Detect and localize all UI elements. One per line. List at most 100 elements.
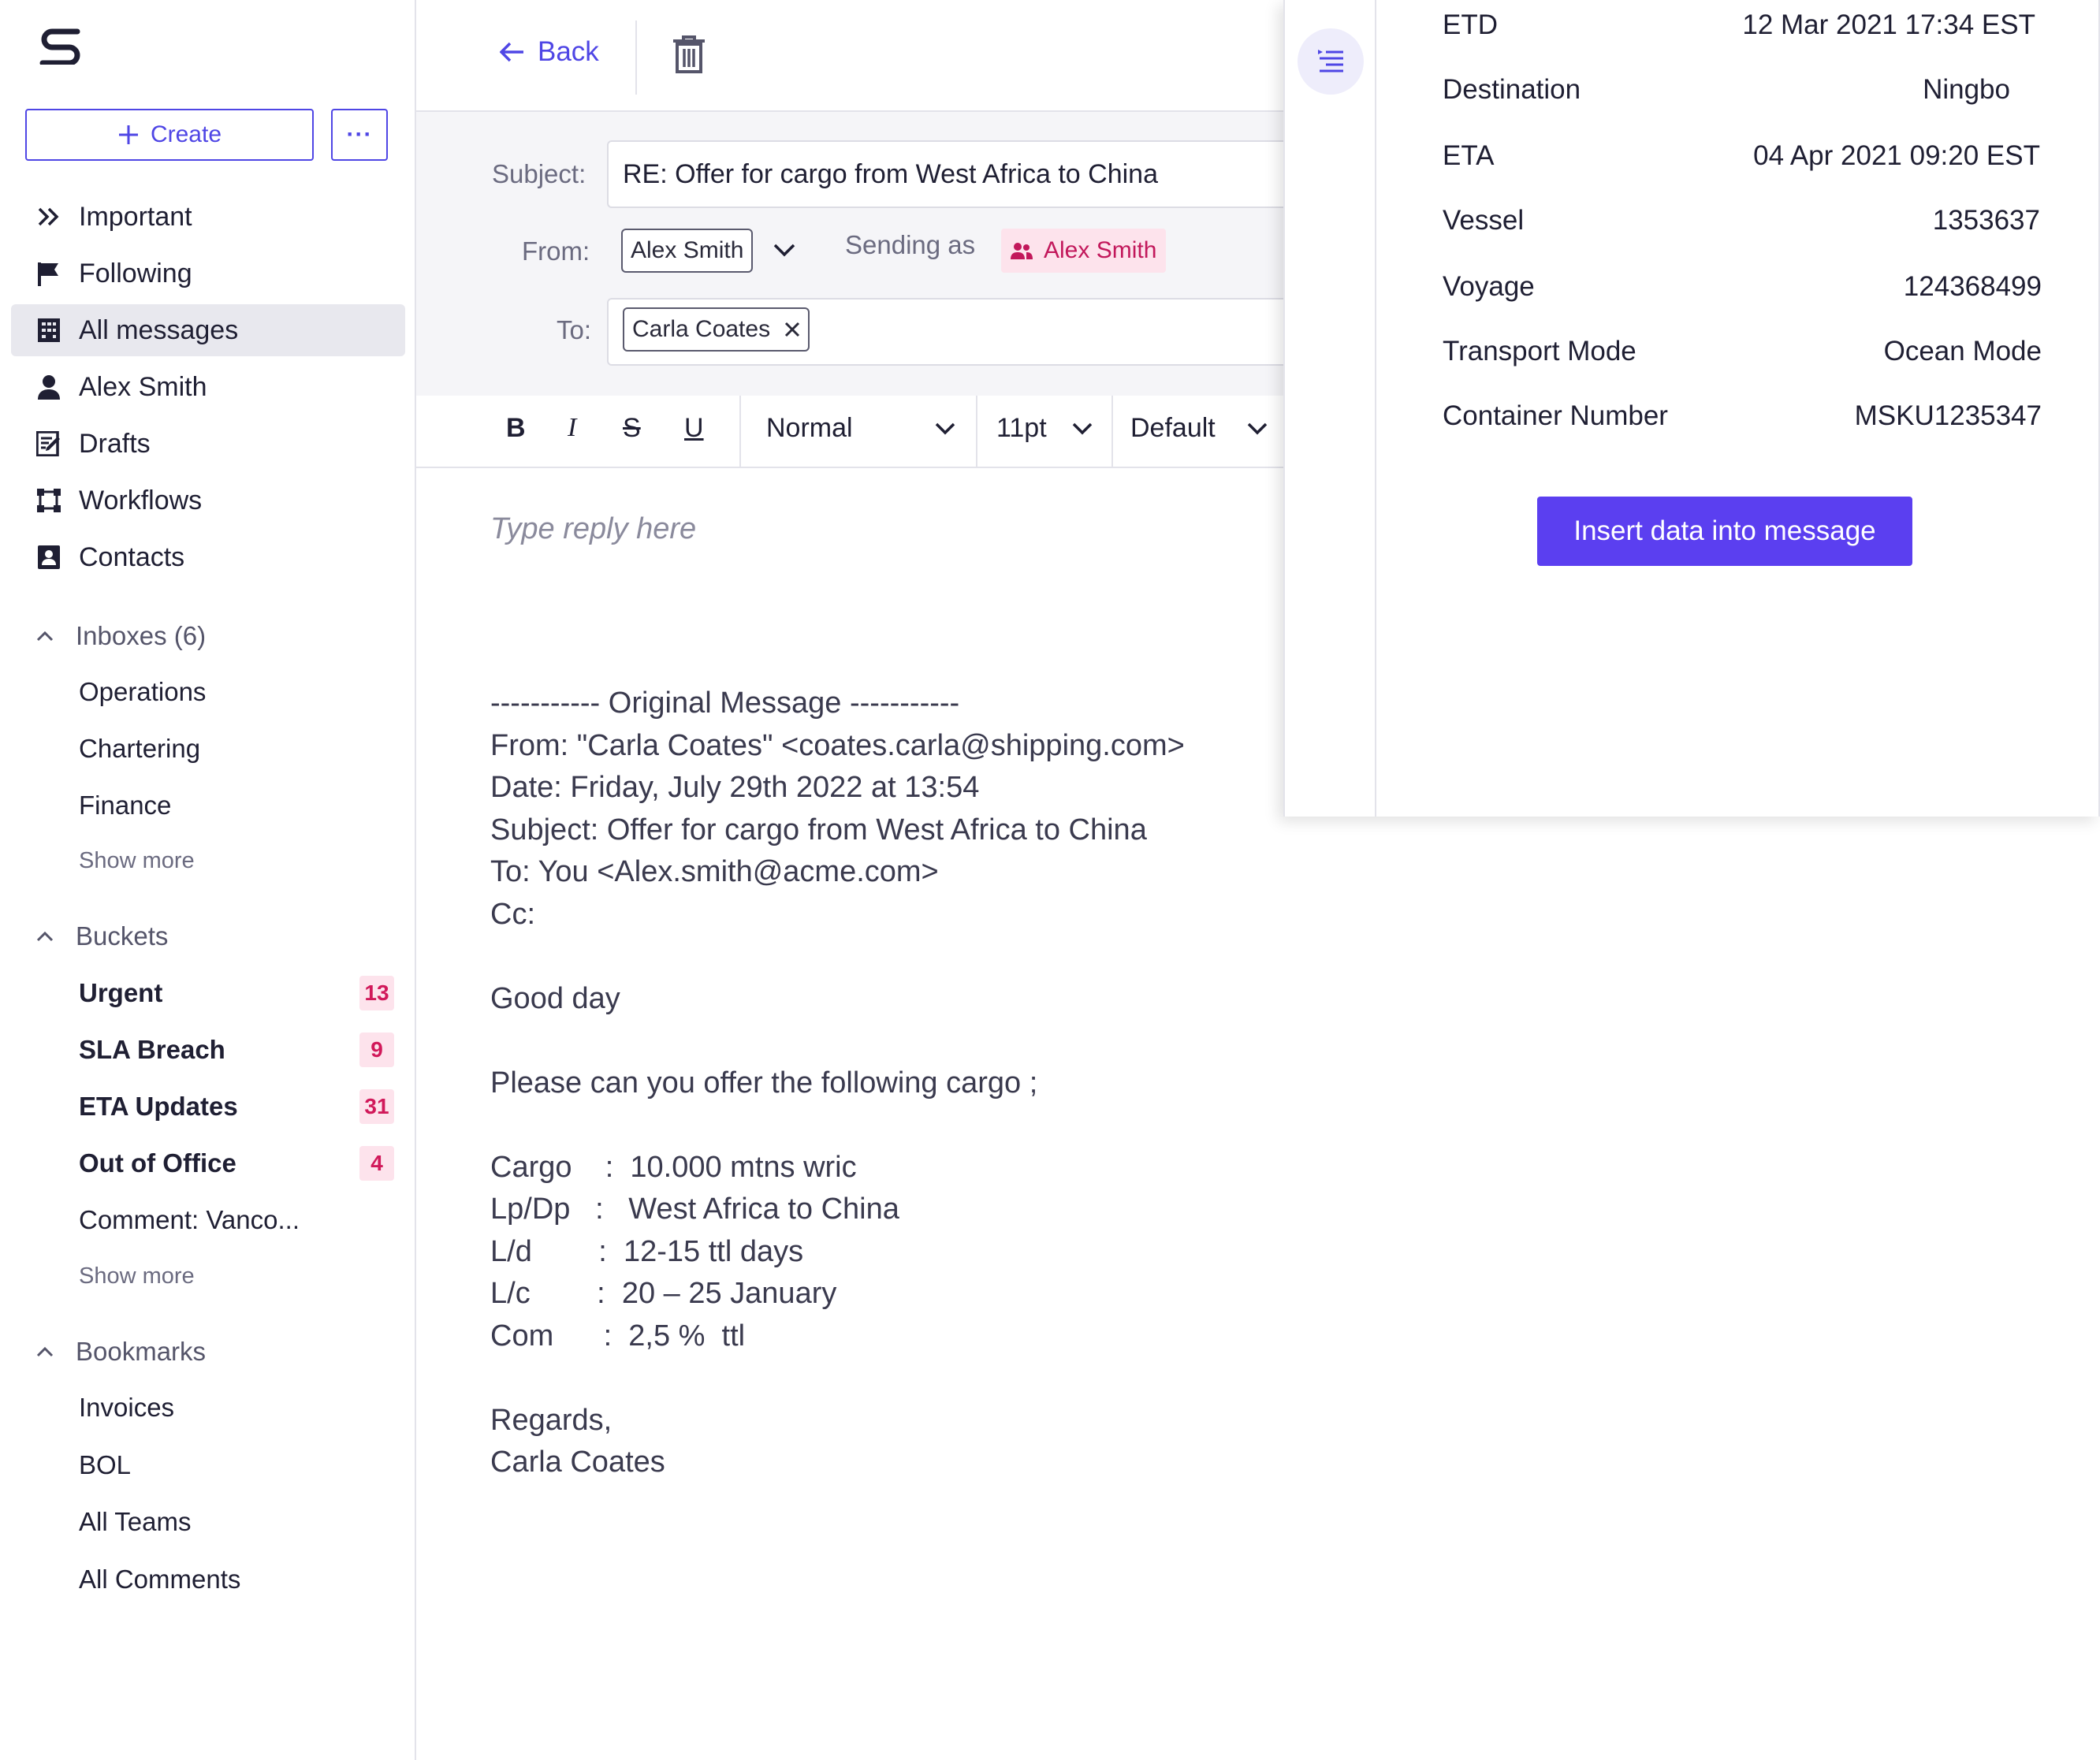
reply-editor[interactable]: Type reply here bbox=[490, 512, 1279, 546]
bookmark-item[interactable]: BOL bbox=[79, 1443, 394, 1487]
close-icon[interactable] bbox=[784, 322, 800, 337]
sending-as-value: Alex Smith bbox=[1044, 237, 1157, 263]
to-recipient-chip[interactable]: Carla Coates bbox=[623, 307, 810, 352]
insert-data-button[interactable]: Insert data into message bbox=[1537, 497, 1912, 566]
data-row-label: Container Number bbox=[1443, 400, 1668, 431]
bookmark-item[interactable]: All Comments bbox=[79, 1557, 394, 1602]
inbox-item-label: Chartering bbox=[79, 734, 201, 763]
bookmark-item-label: All Comments bbox=[79, 1565, 241, 1594]
nav-item-important[interactable]: Important bbox=[11, 191, 405, 243]
bucket-item-label: ETA Updates bbox=[79, 1092, 238, 1121]
data-row-value: 12 Mar 2021 17:34 EST bbox=[1742, 9, 2035, 40]
nav-item-contacts[interactable]: Contacts bbox=[11, 531, 405, 583]
bucket-count-badge: 13 bbox=[359, 976, 394, 1010]
bucket-count-badge: 9 bbox=[359, 1033, 394, 1067]
underline-button[interactable]: U bbox=[684, 413, 704, 444]
from-dropdown-chevron-down-icon[interactable] bbox=[773, 243, 796, 259]
more-options-label: ··· bbox=[346, 121, 373, 147]
from-chip[interactable]: Alex Smith bbox=[621, 229, 754, 273]
bookmark-item[interactable]: Invoices bbox=[79, 1386, 394, 1430]
paragraph-style-select[interactable]: Normal bbox=[766, 413, 955, 444]
bucket-item-urgent[interactable]: Urgent bbox=[79, 971, 394, 1015]
create-button[interactable]: Create bbox=[25, 109, 314, 161]
data-row-label: Destination bbox=[1443, 74, 1581, 105]
to-value: Carla Coates bbox=[632, 316, 771, 342]
chevron-down-icon bbox=[1247, 422, 1268, 434]
section-title: Bookmarks bbox=[76, 1337, 207, 1366]
bucket-item-sla-breach[interactable]: SLA Breach bbox=[79, 1028, 394, 1072]
panel-rail bbox=[1283, 0, 1376, 817]
data-list-icon[interactable] bbox=[1298, 28, 1364, 95]
sending-as-chip[interactable]: Alex Smith bbox=[1001, 229, 1167, 273]
buckets-show-more-link[interactable]: Show more bbox=[79, 1263, 195, 1289]
nav-item-label: All messages bbox=[79, 314, 239, 345]
back-button[interactable]: Back bbox=[500, 36, 599, 68]
nav-item-label: Contacts bbox=[79, 541, 185, 572]
bookmark-item-label: All Teams bbox=[79, 1507, 192, 1536]
nav-item-following[interactable]: Following bbox=[11, 247, 405, 300]
data-row-value: Ocean Mode bbox=[1883, 336, 2042, 367]
inbox-item[interactable]: Chartering bbox=[79, 727, 394, 771]
bucket-item-out-of-office[interactable]: Out of Office bbox=[79, 1141, 394, 1185]
italic-button[interactable]: I bbox=[568, 413, 576, 443]
nav-item-drafts[interactable]: Drafts bbox=[11, 418, 405, 470]
inbox-item-label: Finance bbox=[79, 791, 172, 820]
inbox-item[interactable]: Finance bbox=[79, 783, 394, 828]
bucket-count-badge: 4 bbox=[359, 1146, 394, 1181]
strikethrough-button[interactable]: S bbox=[623, 413, 641, 444]
chevron-down-icon bbox=[935, 422, 955, 434]
from-label: From: bbox=[522, 236, 590, 266]
section-title: Buckets bbox=[76, 921, 169, 951]
section-title: Inboxes (6) bbox=[76, 621, 207, 650]
section-toggle-inboxes[interactable]: Inboxes (6) bbox=[36, 616, 206, 656]
edit-document-icon bbox=[33, 431, 65, 456]
building-icon bbox=[33, 318, 65, 343]
chevron-up-icon bbox=[36, 931, 54, 942]
back-label: Back bbox=[538, 36, 599, 67]
chevron-up-icon bbox=[36, 1346, 54, 1357]
data-row-etd: ETD 12 Mar 2021 17:34 EST bbox=[1443, 3, 2035, 47]
inboxes-show-more-link[interactable]: Show more bbox=[79, 848, 195, 874]
nav-item-workflows[interactable]: Workflows bbox=[11, 474, 405, 527]
nav-item-label: Alex Smith bbox=[79, 371, 207, 402]
data-row-value: MSKU1235347 bbox=[1854, 400, 2042, 431]
format-divider bbox=[739, 396, 741, 467]
nav-item-all-messages[interactable]: All messages bbox=[11, 304, 405, 356]
toolbar-divider bbox=[635, 20, 637, 95]
more-options-button[interactable]: ··· bbox=[331, 109, 388, 161]
bucket-item-eta-updates[interactable]: ETA Updates bbox=[79, 1085, 394, 1129]
data-row-label: Transport Mode bbox=[1443, 336, 1636, 367]
data-row-container-number: Container Number MSKU1235347 bbox=[1443, 394, 2042, 438]
arrow-left-icon bbox=[500, 42, 523, 62]
chevron-up-icon bbox=[36, 631, 54, 642]
trash-icon[interactable] bbox=[672, 35, 706, 74]
double-chevron-right-icon bbox=[33, 207, 65, 227]
person-icon bbox=[33, 374, 65, 400]
data-row-label: Vessel bbox=[1443, 205, 1525, 236]
bucket-item-comment[interactable]: Comment: Vanco... bbox=[79, 1198, 394, 1242]
compose-toolbar: Back bbox=[416, 0, 1283, 112]
subject-input[interactable]: RE: Offer for cargo from West Africa to … bbox=[607, 140, 1316, 208]
from-value: Alex Smith bbox=[631, 237, 744, 263]
formatting-toolbar: B I S U Normal 11pt Default bbox=[416, 396, 1283, 468]
chevron-down-icon bbox=[1072, 422, 1093, 434]
section-toggle-buckets[interactable]: Buckets bbox=[36, 917, 168, 956]
font-family-select[interactable]: Default bbox=[1130, 413, 1268, 444]
nav-item-label: Important bbox=[79, 201, 192, 232]
bold-button[interactable]: B bbox=[506, 413, 526, 444]
bookmark-item[interactable]: All Teams bbox=[79, 1500, 394, 1544]
app-logo-icon[interactable] bbox=[36, 28, 85, 65]
inbox-item[interactable]: Operations bbox=[79, 670, 394, 714]
nav-item-alex-smith[interactable]: Alex Smith bbox=[11, 361, 405, 413]
contact-card-icon bbox=[33, 545, 65, 570]
format-divider bbox=[1111, 396, 1113, 467]
flag-icon bbox=[33, 261, 65, 286]
font-size-select[interactable]: 11pt bbox=[996, 413, 1093, 444]
data-row-eta: ETA 04 Apr 2021 09:20 EST bbox=[1443, 134, 2040, 178]
nav-item-label: Following bbox=[79, 258, 192, 288]
paragraph-style-value: Normal bbox=[766, 413, 853, 443]
section-toggle-bookmarks[interactable]: Bookmarks bbox=[36, 1332, 206, 1371]
data-row-vessel: Vessel 1353637 bbox=[1443, 199, 2040, 243]
bucket-item-label: Comment: Vanco... bbox=[79, 1205, 300, 1234]
people-icon bbox=[1011, 243, 1033, 259]
